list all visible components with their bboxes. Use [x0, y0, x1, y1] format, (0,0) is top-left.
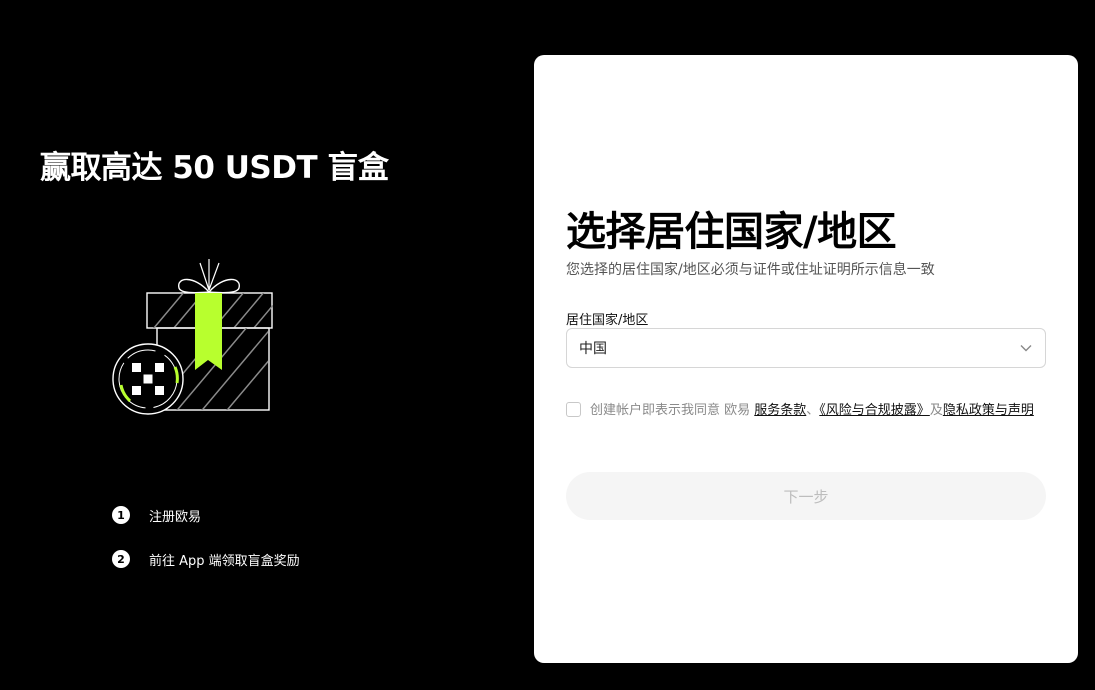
country-select[interactable]: 中国	[566, 328, 1046, 368]
step-item: 1 注册欧易	[112, 505, 300, 525]
privacy-policy-link[interactable]: 隐私政策与声明	[943, 403, 1034, 418]
promo-panel: 赢取高达 50 USDT 盲盒 1 注册欧易 2 前往 App 端领取盲盒奖励	[0, 0, 534, 690]
country-field-label: 居住国家/地区	[566, 313, 649, 328]
agreement-prefix: 创建帐户即表示我同意 欧易	[590, 403, 755, 418]
promo-title: 赢取高达 50 USDT 盲盒	[40, 150, 389, 186]
country-selection-card: 选择居住国家/地区 您选择的居住国家/地区必须与证件或住址证明所示信息一致 居住…	[534, 55, 1078, 663]
gift-box-illustration	[112, 259, 273, 415]
promo-steps: 1 注册欧易 2 前往 App 端领取盲盒奖励	[112, 505, 300, 593]
terms-of-service-link[interactable]: 服务条款	[754, 403, 806, 418]
agreement-and: 及	[929, 403, 943, 418]
page-subtitle: 您选择的居住国家/地区必须与证件或住址证明所示信息一致	[566, 262, 935, 278]
page-title: 选择居住国家/地区	[566, 209, 897, 255]
step-label: 前往 App 端领取盲盒奖励	[149, 553, 300, 569]
step-number-badge: 1	[112, 506, 130, 524]
agreement-row: 创建帐户即表示我同意 欧易 服务条款、《风险与合规披露》及隐私政策与声明	[566, 401, 1048, 421]
next-step-button[interactable]: 下一步	[566, 472, 1046, 520]
step-label: 注册欧易	[149, 509, 202, 525]
agreement-text: 创建帐户即表示我同意 欧易 服务条款、《风险与合规披露》及隐私政策与声明	[590, 401, 1048, 421]
agreement-separator: 、	[806, 403, 820, 418]
step-number-badge: 2	[112, 550, 130, 568]
chevron-down-icon	[1019, 341, 1033, 355]
step-item: 2 前往 App 端领取盲盒奖励	[112, 549, 300, 569]
country-select-value: 中国	[579, 341, 607, 357]
agreement-checkbox[interactable]	[566, 402, 581, 417]
risk-disclosure-link[interactable]: 《风险与合规披露》	[819, 403, 930, 418]
